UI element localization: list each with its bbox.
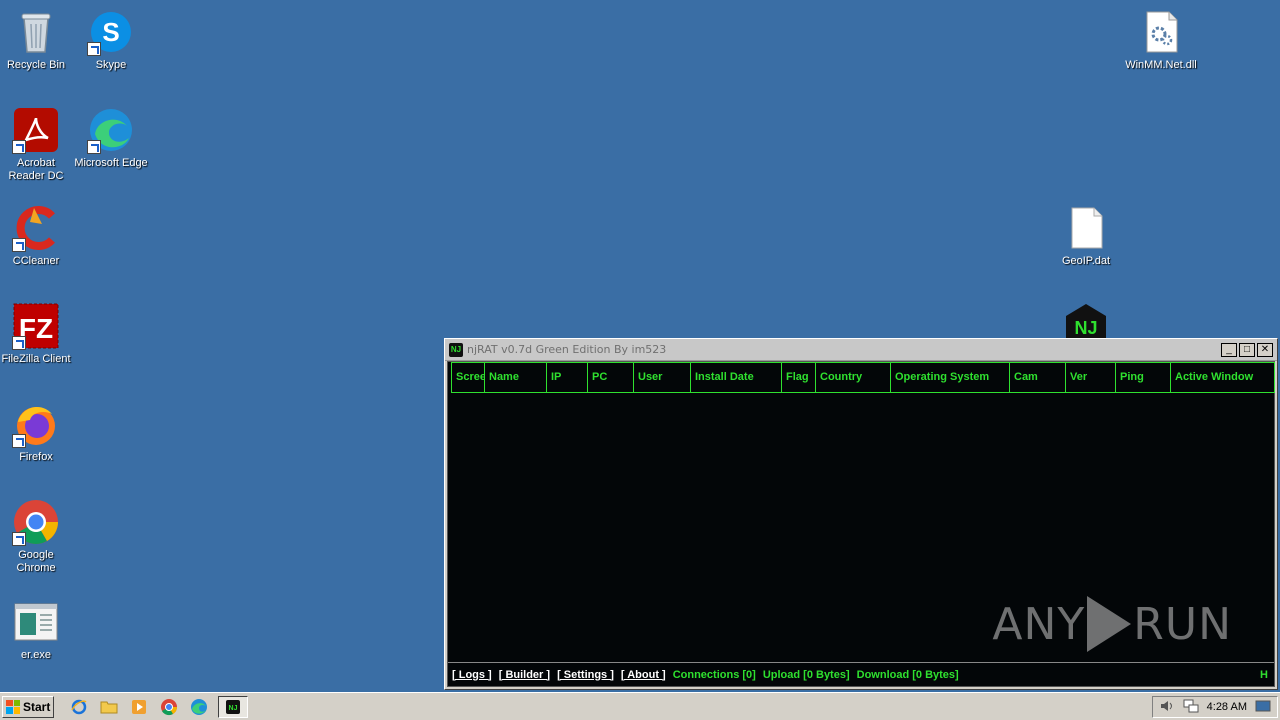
- watermark-text-right: RUN: [1133, 598, 1232, 650]
- desktop-icon-chrome[interactable]: Google Chrome: [0, 498, 74, 575]
- windows-logo-icon: [6, 699, 20, 714]
- svg-text:NJ: NJ: [229, 705, 238, 712]
- column-header-user[interactable]: User: [634, 362, 691, 393]
- dll-file-icon: [1137, 8, 1185, 56]
- about-link[interactable]: [ About ]: [621, 669, 666, 681]
- download-stat: Download [0 Bytes]: [856, 668, 959, 681]
- column-header-active-window[interactable]: Active Window: [1171, 362, 1275, 393]
- svg-text:S: S: [102, 17, 119, 47]
- skype-icon: S: [87, 8, 135, 56]
- shortcut-arrow-icon: [87, 42, 101, 56]
- desktop-icon-label: Microsoft Edge: [74, 157, 148, 169]
- chrome-icon: [12, 498, 60, 546]
- chrome-taskbar-icon[interactable]: [158, 696, 180, 718]
- internet-explorer-icon[interactable]: [68, 696, 90, 718]
- shortcut-arrow-icon: [12, 238, 26, 252]
- filezilla-icon: FZ: [12, 302, 60, 350]
- column-header-flag[interactable]: Flag: [782, 362, 816, 393]
- column-header-screen[interactable]: Screen: [451, 362, 485, 393]
- desktop-icon-label: Acrobat Reader DC: [8, 157, 64, 182]
- desktop-icon-recycle-bin[interactable]: Recycle Bin: [0, 8, 74, 72]
- desktop-icon-label: WinMM.Net.dll: [1125, 59, 1197, 71]
- taskbar: Start NJ 4:28 AM: [0, 692, 1280, 720]
- window-titlebar[interactable]: NJ njRAT v0.7d Green Edition By im523 _ …: [445, 339, 1277, 361]
- desktop-icon-filezilla[interactable]: FZ FileZilla Client: [0, 302, 74, 366]
- column-header-ver[interactable]: Ver: [1066, 362, 1116, 393]
- desktop-icon-ccleaner[interactable]: CCleaner: [0, 204, 74, 268]
- system-tray: 4:28 AM: [1151, 696, 1278, 718]
- start-button[interactable]: Start: [2, 695, 54, 718]
- status-bar: [ Logs ] [ Builder ] [ Settings ] [ Abou…: [448, 662, 1274, 686]
- anyrun-watermark: ANY RUN: [992, 596, 1232, 652]
- builder-link[interactable]: [ Builder ]: [499, 669, 550, 681]
- njrat-taskbar-icon[interactable]: NJ: [218, 695, 248, 718]
- column-header-ip[interactable]: IP: [547, 362, 588, 393]
- desktop-icon-label: GeoIP.dat: [1061, 255, 1111, 267]
- status-indicator: H: [1260, 668, 1268, 681]
- network-icon[interactable]: [1183, 699, 1199, 716]
- list-header: Screen Name IP PC User Install Date Flag…: [451, 362, 1275, 393]
- recycle-bin-icon: [12, 8, 60, 56]
- desktop-icon-label: Recycle Bin: [6, 59, 66, 71]
- svg-text:NJ: NJ: [1074, 318, 1097, 338]
- media-player-icon[interactable]: [128, 696, 150, 718]
- desktop-icon-label: Firefox: [19, 451, 53, 463]
- connections-count: Connections [0]: [672, 668, 756, 681]
- column-header-install-date[interactable]: Install Date: [691, 362, 782, 393]
- maximize-button[interactable]: □: [1239, 342, 1255, 357]
- close-button[interactable]: ✕: [1257, 342, 1273, 357]
- exe-file-icon: [12, 598, 60, 646]
- edge-icon: [87, 106, 135, 154]
- desktop-icon-er-exe[interactable]: er.exe: [0, 598, 74, 662]
- desktop-icon-winmm-dll[interactable]: WinMM.Net.dll: [1123, 8, 1199, 72]
- desktop-icon-label: Skype: [95, 59, 127, 71]
- watermark-text-left: ANY: [992, 598, 1086, 650]
- shortcut-arrow-icon: [87, 140, 101, 154]
- njrat-window[interactable]: NJ njRAT v0.7d Green Edition By im523 _ …: [444, 338, 1278, 690]
- logs-link[interactable]: [ Logs ]: [452, 669, 492, 681]
- show-desktop-icon[interactable]: [1255, 699, 1271, 716]
- client-list-area[interactable]: Screen Name IP PC User Install Date Flag…: [447, 361, 1275, 687]
- ccleaner-icon: [12, 204, 60, 252]
- column-header-ping[interactable]: Ping: [1116, 362, 1171, 393]
- column-header-cam[interactable]: Cam: [1010, 362, 1066, 393]
- desktop-icon-skype[interactable]: S Skype: [73, 8, 149, 72]
- desktop-icon-label: Google Chrome: [16, 549, 56, 574]
- desktop-icon-geoip-dat[interactable]: GeoIP.dat: [1048, 204, 1124, 268]
- minimize-button[interactable]: _: [1221, 342, 1237, 357]
- volume-icon[interactable]: [1159, 699, 1175, 716]
- column-header-operating-system[interactable]: Operating System: [891, 362, 1010, 393]
- start-label: Start: [23, 699, 51, 714]
- firefox-icon: [12, 400, 60, 448]
- column-header-name[interactable]: Name: [485, 362, 547, 393]
- acrobat-icon: [12, 106, 60, 154]
- desktop-icon-label: FileZilla Client: [1, 353, 71, 365]
- njrat-app-icon: NJ: [449, 342, 463, 357]
- edge-taskbar-icon[interactable]: [188, 696, 210, 718]
- desktop-icon-firefox[interactable]: Firefox: [0, 400, 74, 464]
- shortcut-arrow-icon: [12, 140, 26, 154]
- upload-stat: Upload [0 Bytes]: [762, 668, 850, 681]
- shortcut-arrow-icon: [12, 532, 26, 546]
- column-header-country[interactable]: Country: [816, 362, 891, 393]
- desktop-icon-edge[interactable]: Microsoft Edge: [73, 106, 149, 170]
- settings-link[interactable]: [ Settings ]: [557, 669, 614, 681]
- desktop-icon-acrobat[interactable]: Acrobat Reader DC: [0, 106, 74, 183]
- column-header-pc[interactable]: PC: [588, 362, 634, 393]
- shortcut-arrow-icon: [12, 434, 26, 448]
- desktop-icon-label: er.exe: [21, 649, 51, 661]
- file-explorer-icon[interactable]: [98, 696, 120, 718]
- play-icon: [1087, 596, 1132, 652]
- file-icon: [1062, 204, 1110, 252]
- window-title: njRAT v0.7d Green Edition By im523: [467, 343, 667, 356]
- clock[interactable]: 4:28 AM: [1207, 701, 1247, 713]
- desktop-icon-label: CCleaner: [12, 255, 60, 267]
- shortcut-arrow-icon: [12, 336, 26, 350]
